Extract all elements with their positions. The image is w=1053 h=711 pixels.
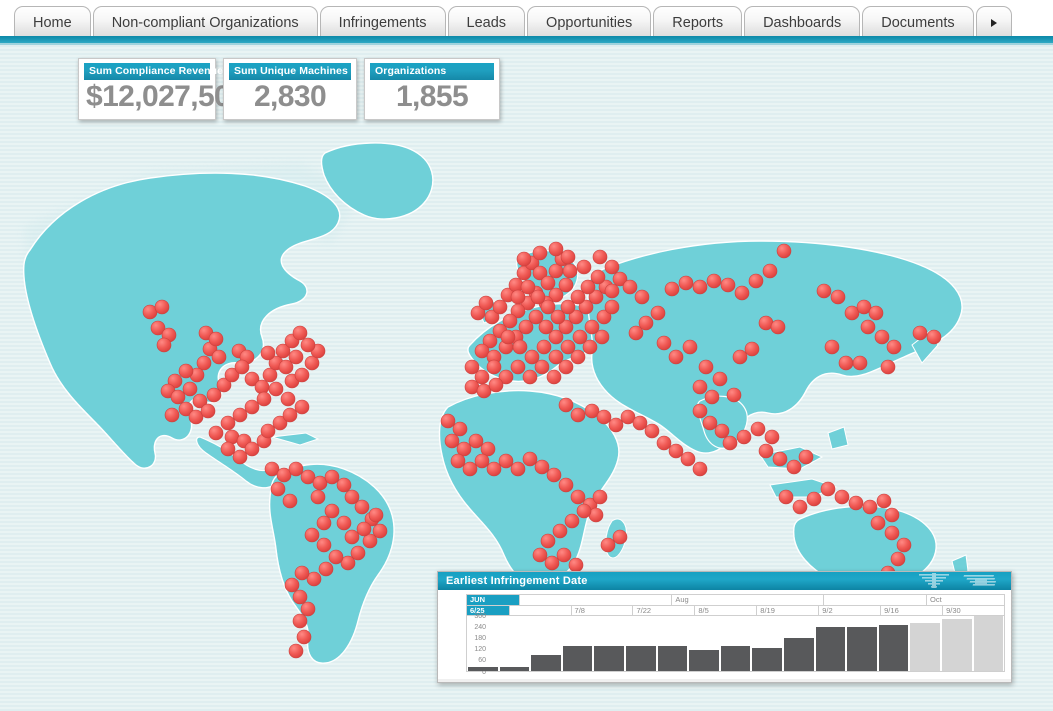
tab-non-compliant-organizations[interactable]: Non-compliant Organizations: [92, 6, 318, 38]
kpi-title: Organizations: [370, 63, 494, 80]
global-navigation-bar: Home Non-compliant Organizations Infringem…: [0, 0, 1053, 45]
tab-reports[interactable]: Reports: [653, 6, 743, 38]
chart-bar[interactable]: [562, 645, 593, 671]
date-cell[interactable]: 7/8: [572, 606, 634, 615]
month-cell[interactable]: Oct: [927, 595, 1004, 605]
tab-label: Leads: [466, 14, 507, 31]
chart-bar[interactable]: [941, 619, 972, 671]
chart-plot-area[interactable]: 300 240 180 120 60 0: [466, 613, 1005, 676]
kpi-card-row: Sum Compliance Revenue $12,027,500 Sum U…: [78, 58, 500, 120]
earliest-infringement-date-panel[interactable]: Earliest Infringement Date JUN Aug Oct 6…: [437, 571, 1012, 683]
tab-label: Infringements: [338, 14, 427, 31]
chart-bar[interactable]: [657, 646, 688, 671]
tab-accent-rule: [0, 36, 1053, 43]
date-cell[interactable]: 9/2: [819, 606, 882, 615]
tab-documents[interactable]: Documents: [862, 6, 974, 38]
tab-label: Reports: [672, 14, 724, 31]
tab-strip: Home Non-compliant Organizations Infringem…: [0, 0, 1014, 38]
chart-bars[interactable]: [468, 616, 1004, 671]
tab-label: Home: [33, 14, 72, 31]
chart-body: JUN Aug Oct 6/25 7/8 7/22 8/5 8/19 9/2 9/16 9/30 …: [438, 590, 1011, 676]
chart-bar[interactable]: [594, 646, 624, 671]
chart-panel-title: Earliest Infringement Date: [446, 575, 588, 587]
chart-panel-header: Earliest Infringement Date: [438, 572, 1011, 590]
date-cell[interactable]: 9/16: [881, 606, 944, 615]
kpi-value: 2,830: [253, 80, 327, 113]
chart-bar[interactable]: [973, 616, 1004, 671]
tab-infringements[interactable]: Infringements: [319, 6, 446, 38]
date-cell[interactable]: 7/22: [633, 606, 696, 615]
tab-leads[interactable]: Leads: [447, 6, 526, 38]
chart-bar[interactable]: [625, 646, 656, 671]
chart-decoration-icon-2: [961, 572, 1003, 590]
chart-date-axis: 6/25 7/8 7/22 8/5 8/19 9/2 9/16 9/30: [466, 605, 1005, 616]
tab-label: Documents: [881, 14, 955, 31]
tab-overflow-button[interactable]: [975, 6, 1012, 38]
tab-label: Opportunities: [546, 14, 633, 31]
caret-right-icon: [990, 18, 997, 27]
panel-footer-rule: [438, 679, 1011, 682]
chart-bar[interactable]: [689, 650, 719, 671]
chart-bar[interactable]: [783, 638, 814, 671]
month-cell[interactable]: [520, 595, 673, 605]
kpi-title: Sum Unique Machines: [229, 63, 351, 80]
chart-decoration-icon-1: [913, 572, 955, 590]
kpi-value: 1,855: [395, 80, 469, 113]
chart-bar[interactable]: [815, 627, 846, 671]
chart-bar[interactable]: [531, 654, 561, 671]
tab-home[interactable]: Home: [14, 6, 91, 38]
chart-bar[interactable]: [847, 627, 877, 671]
month-cell[interactable]: JUN: [467, 595, 521, 605]
chart-bar[interactable]: [499, 667, 530, 671]
chart-bar[interactable]: [468, 667, 498, 671]
kpi-card-sum-compliance-revenue[interactable]: Sum Compliance Revenue $12,027,500: [78, 58, 247, 120]
chart-bar[interactable]: [752, 647, 782, 671]
date-cell[interactable]: [510, 606, 572, 615]
date-cell[interactable]: 8/5: [695, 606, 758, 615]
chart-bar[interactable]: [720, 645, 751, 671]
date-cell[interactable]: 8/19: [757, 606, 820, 615]
kpi-title: Sum Compliance Revenue: [84, 63, 223, 80]
month-cell[interactable]: Aug: [672, 595, 825, 605]
kpi-value: $12,027,500: [86, 80, 247, 113]
chart-bar[interactable]: [910, 622, 940, 671]
month-cell[interactable]: [824, 595, 927, 605]
tab-opportunities[interactable]: Opportunities: [527, 6, 652, 38]
chart-month-axis: JUN Aug Oct: [466, 594, 1005, 605]
date-cell[interactable]: 9/30: [943, 606, 1004, 615]
tab-label: Non-compliant Organizations: [111, 14, 299, 31]
tab-label: Dashboards: [763, 14, 842, 31]
chart-bar[interactable]: [878, 624, 909, 671]
tab-dashboards[interactable]: Dashboards: [744, 6, 861, 38]
kpi-card-sum-unique-machines[interactable]: Sum Unique Machines 2,830: [223, 58, 357, 120]
kpi-card-organizations[interactable]: Organizations 1,855: [364, 58, 500, 120]
